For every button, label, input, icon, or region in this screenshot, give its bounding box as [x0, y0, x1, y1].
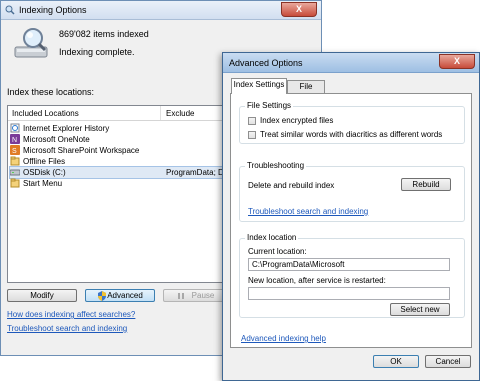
modify-button[interactable]: Modify	[7, 289, 77, 302]
svg-text:N: N	[12, 137, 17, 144]
location-exclude: ProgramData; Data	[166, 168, 228, 177]
location-name: Internet Explorer History	[23, 124, 110, 133]
file-settings-group: File Settings Index encrypted files Trea…	[239, 101, 465, 144]
items-indexed-count: 869'082 items indexed	[59, 29, 149, 39]
troubleshoot-link[interactable]: Troubleshoot search and indexing	[7, 324, 127, 333]
new-location-label: New location, after service is restarted…	[248, 276, 386, 285]
location-name: Start Menu	[23, 179, 63, 188]
new-location-field[interactable]	[248, 287, 450, 300]
troubleshoot-link-dialog[interactable]: Troubleshoot search and indexing	[248, 207, 368, 216]
indexing-affect-searches-link[interactable]: How does indexing affect searches?	[7, 310, 135, 319]
advanced-options-dialog: Advanced Options X Index Settings File T…	[222, 52, 480, 381]
diacritics-label: Treat similar words with diacritics as d…	[260, 130, 443, 139]
advanced-indexing-help-link[interactable]: Advanced indexing help	[241, 334, 326, 343]
cancel-button[interactable]: Cancel	[425, 355, 471, 368]
advanced-button[interactable]: Advanced	[85, 289, 155, 302]
tab-index-settings[interactable]: Index Settings	[231, 78, 287, 94]
dialog-title-bar: Advanced Options X	[223, 53, 479, 73]
onenote-icon: N	[10, 134, 20, 144]
sharepoint-icon: S	[10, 145, 20, 155]
index-locations-label: Index these locations:	[7, 87, 95, 97]
index-location-group: Index location Current location: C:\Prog…	[239, 233, 465, 318]
rebuild-button[interactable]: Rebuild	[401, 178, 451, 191]
location-name: Microsoft SharePoint Workspace	[23, 146, 140, 155]
svg-text:S: S	[12, 148, 17, 155]
shield-icon	[98, 291, 106, 301]
current-location-field: C:\ProgramData\Microsoft	[248, 258, 450, 271]
troubleshooting-group: Troubleshooting Delete and rebuild index…	[239, 161, 465, 222]
ie-history-icon	[10, 123, 20, 133]
advanced-button-label: Advanced	[107, 291, 143, 300]
dialog-title: Advanced Options	[229, 58, 303, 68]
tab-file-types[interactable]: File Types	[287, 80, 325, 103]
diacritics-checkbox[interactable]	[248, 131, 256, 139]
encrypted-files-checkbox[interactable]	[248, 117, 256, 125]
title-bar: Indexing Options X	[1, 1, 321, 20]
dialog-close-button[interactable]: X	[439, 54, 475, 69]
location-name: Microsoft OneNote	[23, 135, 90, 144]
magnifier-drive-icon	[14, 28, 48, 58]
indexing-status: Indexing complete.	[59, 47, 135, 57]
file-settings-heading: File Settings	[245, 101, 294, 110]
ok-button[interactable]: OK	[373, 355, 419, 368]
disk-icon	[10, 169, 20, 176]
location-name: Offline Files	[23, 157, 66, 166]
indexing-options-icon	[5, 5, 15, 15]
troubleshooting-heading: Troubleshooting	[245, 161, 307, 170]
pause-icon	[178, 293, 184, 299]
encrypted-files-label: Index encrypted files	[260, 116, 334, 125]
index-settings-panel: File Settings Index encrypted files Trea…	[230, 93, 472, 348]
start-menu-icon	[10, 178, 20, 188]
column-header-included[interactable]: Included Locations	[12, 109, 79, 118]
current-location-label: Current location:	[248, 247, 307, 256]
window-title: Indexing Options	[19, 5, 87, 15]
offline-files-icon	[10, 156, 20, 166]
index-location-heading: Index location	[245, 233, 299, 242]
rebuild-index-text: Delete and rebuild index	[248, 181, 335, 190]
select-new-button[interactable]: Select new	[390, 303, 450, 316]
pause-button-label: Pause	[191, 291, 215, 300]
column-separator	[160, 106, 161, 120]
column-header-exclude[interactable]: Exclude	[166, 109, 194, 118]
close-button[interactable]: X	[281, 2, 317, 17]
location-name: OSDisk (C:)	[23, 168, 66, 177]
